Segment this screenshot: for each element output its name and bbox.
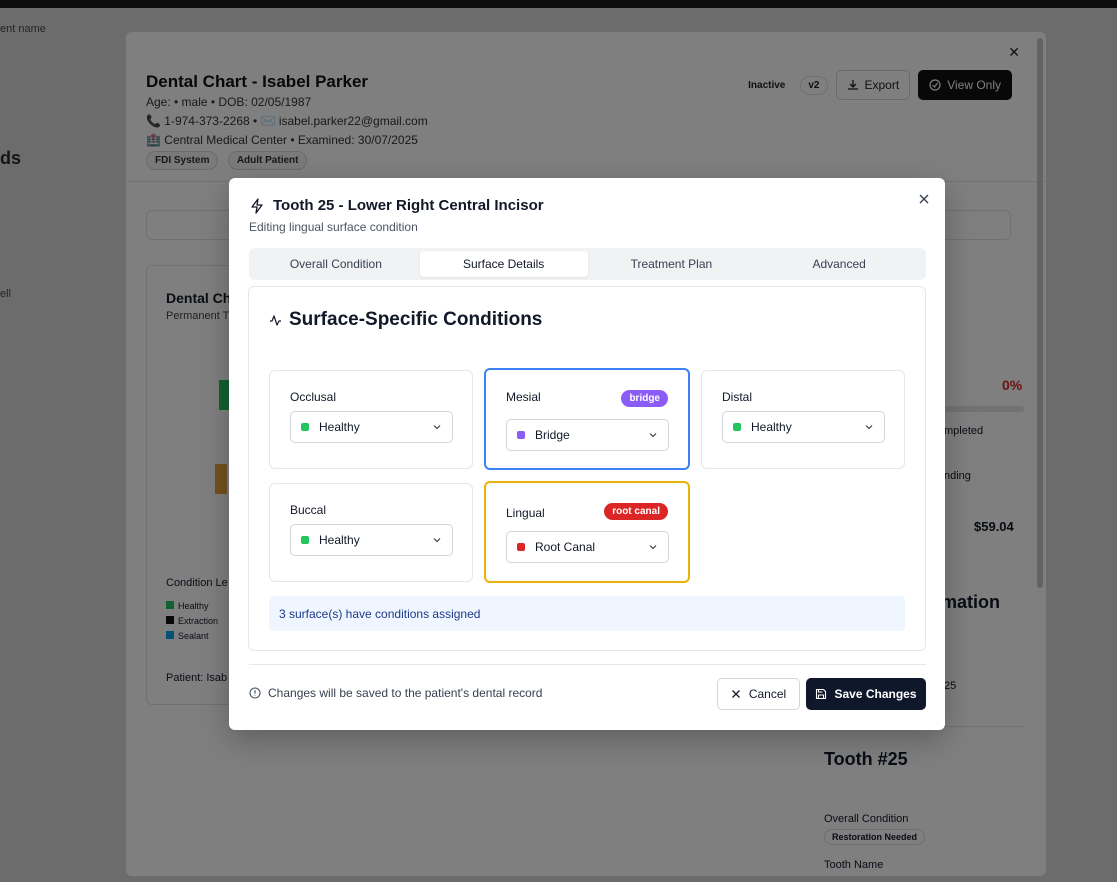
- cancel-label: Cancel: [748, 687, 787, 701]
- surface-card-distal: Distal Healthy: [701, 370, 905, 469]
- info-icon: [249, 687, 261, 699]
- dialog-title: Tooth 25 - Lower Right Central Incisor: [273, 197, 544, 214]
- dialog-header: Tooth 25 - Lower Right Central Incisor: [249, 197, 544, 214]
- status-swatch: [733, 423, 741, 431]
- lightning-icon: [251, 197, 263, 214]
- panel-title: Surface-Specific Conditions: [289, 309, 543, 330]
- chevron-down-icon: [649, 545, 657, 550]
- distal-condition-select[interactable]: Healthy: [722, 411, 885, 443]
- occlusal-condition-select[interactable]: Healthy: [290, 411, 453, 443]
- tab-advanced[interactable]: Advanced: [755, 251, 923, 277]
- status-swatch: [301, 536, 309, 544]
- surface-card-buccal: Buccal Healthy: [269, 483, 473, 582]
- status-swatch: [301, 423, 309, 431]
- lingual-condition-select[interactable]: Root Canal: [506, 531, 669, 563]
- surface-label: Occlusal: [290, 390, 337, 404]
- save-changes-button[interactable]: Save Changes: [806, 678, 926, 710]
- chevron-down-icon: [865, 425, 873, 430]
- surface-summary: 3 surface(s) have conditions assigned: [269, 596, 905, 631]
- close-icon: [731, 690, 740, 698]
- surface-details-panel: Surface-Specific Conditions Occlusal Hea…: [248, 286, 926, 651]
- surface-label: Mesial: [506, 390, 541, 404]
- surface-label: Lingual: [506, 506, 545, 520]
- cancel-button[interactable]: Cancel: [717, 678, 800, 710]
- footer-note-text: Changes will be saved to the patient's d…: [268, 686, 543, 700]
- save-icon: [816, 688, 827, 700]
- tooth-edit-dialog: Tooth 25 - Lower Right Central Incisor E…: [229, 178, 945, 730]
- chevron-down-icon: [433, 538, 441, 543]
- tab-overall-condition[interactable]: Overall Condition: [252, 251, 420, 277]
- panel-header: Surface-Specific Conditions: [269, 309, 542, 331]
- surface-card-mesial: Mesial bridge Bridge: [484, 368, 690, 470]
- save-label: Save Changes: [834, 687, 917, 701]
- select-value: Healthy: [319, 533, 360, 547]
- buccal-condition-select[interactable]: Healthy: [290, 524, 453, 556]
- select-value: Root Canal: [535, 540, 596, 554]
- select-value: Bridge: [535, 428, 570, 442]
- select-value: Healthy: [751, 420, 792, 434]
- mesial-condition-select[interactable]: Bridge: [506, 419, 669, 451]
- condition-badge: root canal: [604, 503, 668, 520]
- surface-label: Buccal: [290, 503, 327, 517]
- tab-bar: Overall Condition Surface Details Treatm…: [249, 248, 926, 280]
- footer-note: Changes will be saved to the patient's d…: [249, 686, 542, 700]
- dialog-subtitle: Editing lingual surface condition: [249, 220, 418, 234]
- condition-badge: bridge: [621, 390, 668, 407]
- status-swatch: [517, 543, 525, 551]
- select-value: Healthy: [319, 420, 360, 434]
- chevron-down-icon: [433, 425, 441, 430]
- surface-label: Distal: [722, 390, 753, 404]
- close-icon[interactable]: [917, 192, 931, 206]
- tab-surface-details[interactable]: Surface Details: [419, 251, 588, 277]
- tab-treatment-plan[interactable]: Treatment Plan: [588, 251, 756, 277]
- surface-card-occlusal: Occlusal Healthy: [269, 370, 473, 469]
- activity-icon: [270, 314, 281, 326]
- footer-divider: [249, 664, 926, 665]
- surface-card-lingual: Lingual root canal Root Canal: [484, 481, 690, 583]
- chevron-down-icon: [649, 433, 657, 438]
- status-swatch: [517, 431, 525, 439]
